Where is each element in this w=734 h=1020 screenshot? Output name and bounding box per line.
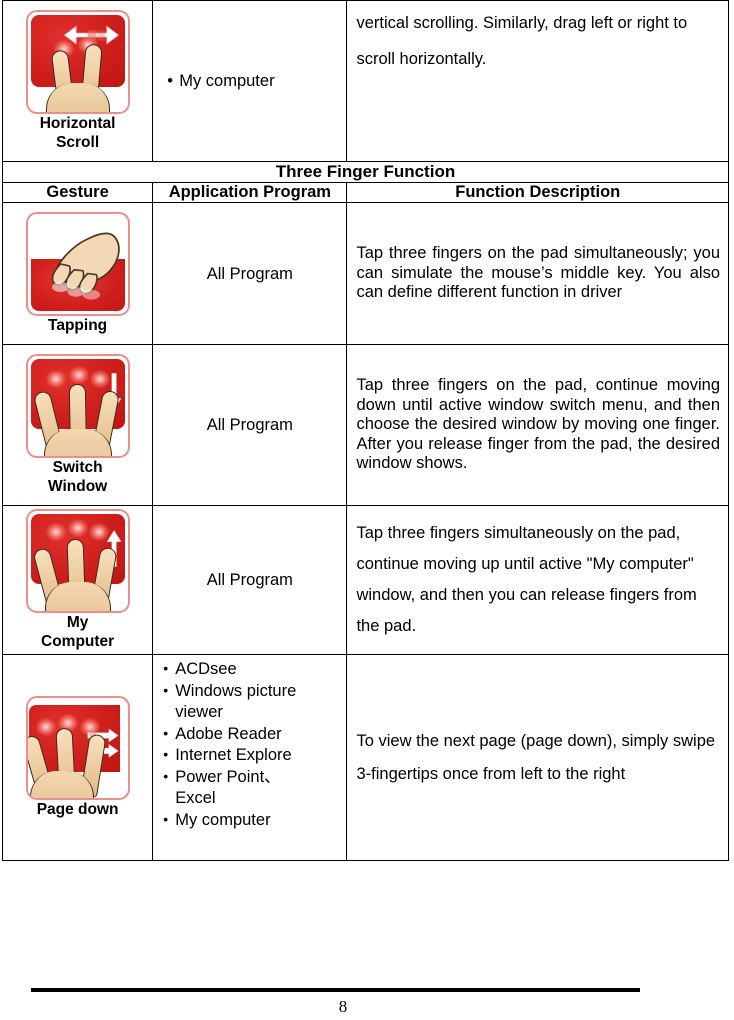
gesture-label: Horizontal bbox=[39, 115, 116, 132]
table-row: Horizontal Scroll • My computer vertical … bbox=[1, 0, 729, 162]
table-row: Tapping All Program Tap three fingers on… bbox=[1, 202, 729, 345]
column-header-gesture: Gesture bbox=[1, 182, 154, 203]
gesture-label: Page down bbox=[36, 801, 119, 818]
document-page: Horizontal Scroll • My computer vertical … bbox=[0, 0, 734, 1020]
list-item: ACDsee bbox=[163, 658, 340, 681]
gesture-table: Horizontal Scroll • My computer vertical … bbox=[1, 0, 729, 861]
list-item: My computer bbox=[163, 809, 340, 832]
application-bullet-item: • My computer bbox=[153, 71, 346, 91]
gesture-label: My bbox=[66, 614, 89, 631]
hand-tapping-illustration bbox=[51, 232, 120, 300]
column-header-function-description: Function Description bbox=[346, 182, 729, 203]
gesture-label: Switch bbox=[52, 459, 103, 476]
application-cell: • My computer bbox=[152, 0, 348, 162]
gesture-cell-tapping: Tapping bbox=[1, 202, 154, 345]
description-cell: To view the next page (page down), simpl… bbox=[346, 654, 729, 861]
two-finger-horizontal-scroll-icon bbox=[25, 10, 130, 114]
table-header-row: Gesture Application Program Function Des… bbox=[1, 182, 729, 203]
application-cell: ACDsee Windows picture viewer Adobe Read… bbox=[152, 654, 348, 861]
gesture-cell-my-computer: My Computer bbox=[1, 505, 154, 655]
application-cell: All Program bbox=[152, 505, 348, 655]
footer-rule bbox=[31, 988, 640, 992]
application-list: ACDsee Windows picture viewer Adobe Read… bbox=[153, 655, 346, 835]
description-text: To view the next page (page down), simpl… bbox=[356, 731, 716, 783]
gesture-label-line2: Scroll bbox=[56, 134, 100, 151]
three-finger-tap-icon bbox=[25, 212, 130, 316]
description-cell: Tap three fingers on the pad simultaneou… bbox=[346, 202, 729, 345]
gesture-label-line2: Window bbox=[47, 478, 108, 495]
list-item-continuation: Excel bbox=[175, 789, 216, 807]
description-cell: Tap three fingers simultaneously on the … bbox=[346, 505, 729, 655]
column-header-application-program: Application Program bbox=[152, 182, 348, 203]
list-item: Internet Explore bbox=[163, 744, 340, 767]
list-item: Windows picture bbox=[163, 680, 340, 703]
section-title: Three Finger Function bbox=[2, 161, 729, 183]
three-finger-swipe-down-icon bbox=[25, 354, 130, 458]
bullet-icon: • bbox=[167, 72, 173, 90]
table-row: Switch Window All Program Tap three fing… bbox=[1, 344, 729, 506]
section-row: Three Finger Function bbox=[2, 161, 729, 183]
gesture-cell-horizontal-scroll: Horizontal Scroll bbox=[1, 0, 154, 162]
gesture-label-line2: Computer bbox=[41, 633, 115, 650]
gesture-label: Tapping bbox=[48, 317, 108, 334]
gesture-cell-page-down: Page down bbox=[1, 654, 154, 861]
application-label: My computer bbox=[179, 72, 275, 90]
three-finger-swipe-right-icon bbox=[25, 696, 130, 800]
list-item-continuation: viewer bbox=[175, 703, 223, 721]
description-text: vertical scrolling. Similarly, drag left… bbox=[356, 14, 688, 68]
gesture-cell-switch-window: Switch Window bbox=[1, 344, 154, 506]
list-item: Adobe Reader bbox=[163, 723, 340, 746]
description-text: Tap three fingers on the pad simultaneou… bbox=[356, 244, 720, 302]
table-row: Page down ACDsee Windows picture viewer … bbox=[1, 654, 729, 861]
description-text: Tap three fingers on the pad, continue m… bbox=[356, 376, 720, 473]
table-row: My Computer All Program Tap three finger… bbox=[1, 505, 729, 655]
description-cell: vertical scrolling. Similarly, drag left… bbox=[346, 0, 729, 162]
three-finger-swipe-up-icon bbox=[25, 509, 130, 613]
page-number: 8 bbox=[338, 997, 348, 1016]
list-item: Power Point、 bbox=[163, 766, 340, 789]
application-cell: All Program bbox=[152, 202, 348, 345]
application-cell: All Program bbox=[152, 344, 348, 506]
description-cell: Tap three fingers on the pad, continue m… bbox=[346, 344, 729, 506]
description-text: Tap three fingers simultaneously on the … bbox=[356, 524, 697, 635]
